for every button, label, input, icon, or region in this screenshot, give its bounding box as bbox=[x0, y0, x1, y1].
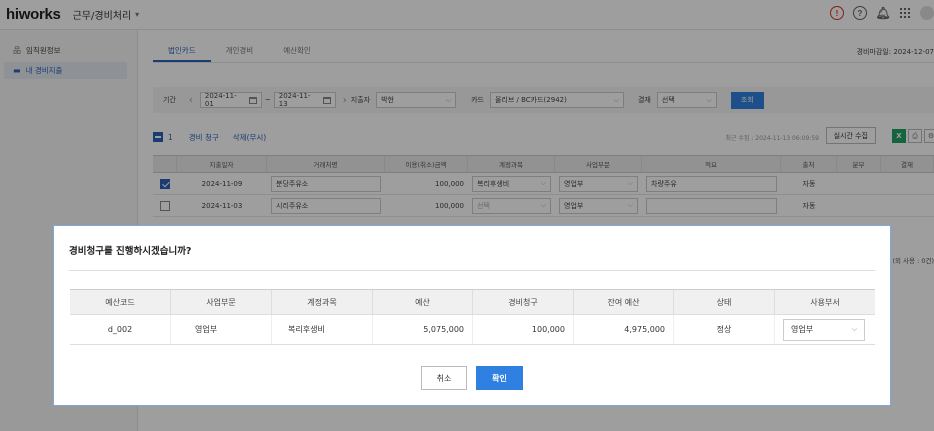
budget-table-header: 예산코드 사업부문 계정과목 예산 경비청구 잔여 예산 상태 사용부서 bbox=[70, 289, 875, 315]
column-header: 상태 bbox=[674, 290, 775, 314]
column-header: 예산 bbox=[373, 290, 473, 314]
budget-table: 예산코드 사업부문 계정과목 예산 경비청구 잔여 예산 상태 사용부서 d_0… bbox=[70, 289, 875, 345]
budget-division: 영업부 bbox=[171, 315, 272, 344]
remaining-budget: 4,975,000 bbox=[574, 315, 674, 344]
column-header: 잔여 예산 bbox=[574, 290, 674, 314]
budget-account: 복리후생비 bbox=[272, 315, 373, 344]
column-header: 사업부문 bbox=[171, 290, 272, 314]
budget-code: d_002 bbox=[70, 315, 171, 344]
chevron-down-icon: ⌵ bbox=[851, 325, 857, 333]
column-header: 계정과목 bbox=[272, 290, 373, 314]
cancel-button[interactable]: 취소 bbox=[421, 366, 467, 390]
divider bbox=[69, 270, 875, 271]
department-select[interactable]: 영업부 ⌵ bbox=[783, 318, 865, 341]
budget-amount: 5,075,000 bbox=[373, 315, 473, 344]
department-value: 영업부 bbox=[791, 325, 814, 334]
column-header: 사용부서 bbox=[810, 297, 840, 307]
column-header: 경비청구 bbox=[473, 290, 574, 314]
dialog-title: 경비청구를 진행하시겠습니까? bbox=[69, 246, 192, 257]
budget-row: d_002 영업부 복리후생비 5,075,000 100,000 4,975,… bbox=[70, 315, 875, 345]
confirm-button[interactable]: 확인 bbox=[476, 366, 523, 390]
column-header: 예산코드 bbox=[70, 290, 171, 314]
claim-amount: 100,000 bbox=[473, 315, 574, 344]
confirm-claim-dialog: 경비청구를 진행하시겠습니까? 예산코드 사업부문 계정과목 예산 경비청구 잔… bbox=[53, 225, 891, 406]
budget-status: 정상 bbox=[674, 315, 775, 344]
dialog-buttons: 취소 확인 bbox=[421, 366, 523, 390]
